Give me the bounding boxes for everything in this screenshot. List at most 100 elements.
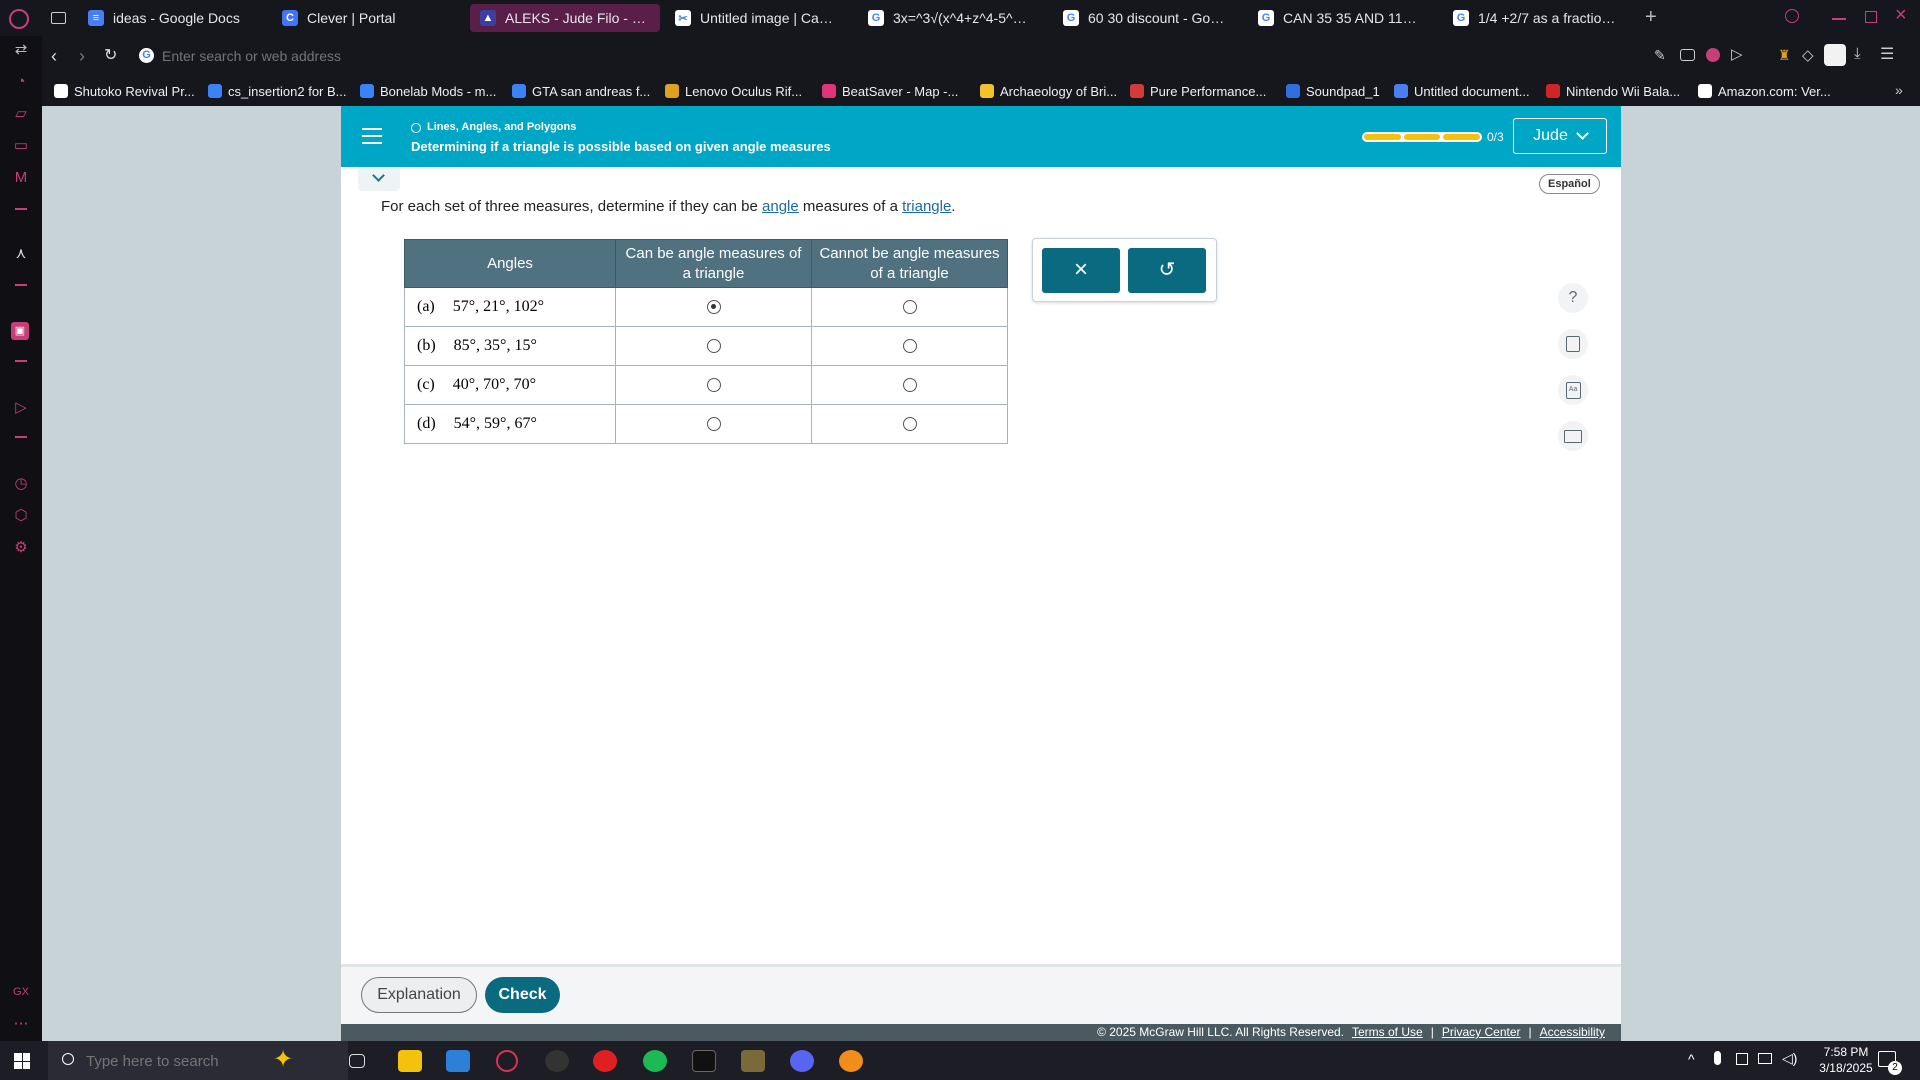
cube-sidebar-icon[interactable]: ⬡ xyxy=(11,506,31,526)
settings-icon[interactable]: ⚙ xyxy=(11,538,31,558)
twitch-icon[interactable]: ▣ xyxy=(11,322,29,340)
accessibility-link[interactable]: Accessibility xyxy=(1540,1025,1605,1039)
bookmark-item[interactable]: Nintendo Wii Bala... xyxy=(1546,80,1680,102)
volume-icon[interactable]: ◁) xyxy=(1782,1050,1797,1067)
back-icon[interactable]: ‹ xyxy=(51,46,57,67)
network-icon[interactable] xyxy=(1758,1053,1772,1064)
clear-button[interactable]: × xyxy=(1042,248,1120,293)
bag-icon[interactable]: ▱ xyxy=(11,104,31,124)
app-icon[interactable] xyxy=(545,1050,569,1072)
bookmark-item[interactable]: Bonelab Mods - m... xyxy=(360,80,496,102)
browser-tab[interactable]: G 3x=^3√(x^4+z^4-5^3) + 5 xyxy=(858,4,1043,32)
browser-tab[interactable]: ≡ ideas - Google Docs xyxy=(78,4,258,32)
more-bookmarks-icon[interactable]: » xyxy=(1895,82,1903,98)
bookmark-favicon-icon xyxy=(1698,84,1712,98)
browser-tab[interactable]: G 1/4 +2/7 as a fraction - Go xyxy=(1443,4,1633,32)
windows-start-icon[interactable] xyxy=(14,1053,30,1069)
triangle-link[interactable]: triangle xyxy=(902,198,951,215)
bookmark-item[interactable]: Pure Performance... xyxy=(1130,80,1266,102)
more-icon[interactable]: ⋯ xyxy=(11,1014,31,1034)
radio-can[interactable] xyxy=(706,299,721,314)
radio-can[interactable] xyxy=(706,416,721,431)
send-icon[interactable]: ▷ xyxy=(1731,45,1743,63)
clock[interactable]: 7:58 PM 3/18/2025 xyxy=(1806,1044,1886,1076)
browser-tab[interactable]: G 60 30 discount - Google S xyxy=(1053,4,1238,32)
minimize-button[interactable] xyxy=(1832,18,1846,20)
shield-icon[interactable] xyxy=(1706,48,1720,62)
meet-icon[interactable] xyxy=(1736,1053,1748,1065)
search-tabs-icon[interactable] xyxy=(1785,9,1799,23)
radio-cannot[interactable] xyxy=(902,416,917,431)
help-icon[interactable]: ? xyxy=(1558,283,1588,313)
opera-gx-icon[interactable] xyxy=(496,1050,518,1072)
profile-avatar[interactable] xyxy=(1824,44,1846,66)
bookmark-item[interactable]: Lenovo Oculus Rif... xyxy=(665,80,802,102)
download-icon[interactable]: ⤓ xyxy=(1854,45,1861,62)
bookmark-item[interactable]: Amazon.com: Ver... xyxy=(1698,80,1831,102)
bookmark-item[interactable]: Shutoko Revival Pr... xyxy=(54,80,195,102)
check-button[interactable]: Check xyxy=(485,977,560,1013)
browser-tab[interactable]: ▲ ALEKS - Jude Filo - Learn xyxy=(470,4,660,32)
explanation-button[interactable]: Explanation xyxy=(361,977,477,1013)
calculator-icon[interactable] xyxy=(1558,329,1588,359)
bookmark-item[interactable]: Untitled document... xyxy=(1394,80,1530,102)
gx-icon[interactable]: GX xyxy=(11,982,31,1002)
bookmark-item[interactable]: cs_insertion2 for B... xyxy=(208,80,347,102)
browser-tab[interactable]: ✂ Untitled image | CapCut xyxy=(665,4,845,32)
microphone-icon[interactable] xyxy=(1714,1051,1721,1065)
taskbar-search-box[interactable]: ✦ xyxy=(48,1041,348,1080)
menu-icon[interactable]: ☰ xyxy=(1880,44,1894,64)
speed-dial-icon[interactable]: ◔ xyxy=(11,72,31,92)
taskbar-search-input[interactable] xyxy=(86,1049,266,1073)
task-view-icon[interactable] xyxy=(349,1054,365,1068)
bookmark-item[interactable]: Archaeology of Bri... xyxy=(980,80,1117,102)
spotify-icon[interactable] xyxy=(643,1050,667,1072)
edit-icon[interactable]: ✎ xyxy=(1654,47,1666,64)
bookmark-item[interactable]: GTA san andreas f... xyxy=(512,80,650,102)
opera-logo-icon[interactable] xyxy=(9,9,29,29)
card-icon[interactable]: ▭ xyxy=(11,136,31,156)
sync-icon[interactable]: ⇄ xyxy=(11,40,31,60)
espanol-button[interactable]: Español xyxy=(1539,174,1600,194)
mail-icon[interactable] xyxy=(1558,421,1588,451)
mail-icon[interactable]: M xyxy=(11,168,31,188)
address-input[interactable] xyxy=(162,44,862,68)
bookmark-item[interactable]: BeatSaver - Map -... xyxy=(822,80,958,102)
aria-icon[interactable]: ⋏ xyxy=(11,244,31,264)
cube-icon[interactable]: ◇ xyxy=(1802,46,1814,64)
discord-icon[interactable] xyxy=(790,1050,814,1072)
maximize-button[interactable] xyxy=(1865,11,1877,23)
collapse-toggle[interactable] xyxy=(358,167,400,191)
youtube-icon[interactable] xyxy=(593,1050,617,1072)
dictionary-icon[interactable]: Aa xyxy=(1558,375,1588,405)
game-icon[interactable] xyxy=(741,1050,765,1072)
forward-icon[interactable]: › xyxy=(79,46,85,67)
microsoft-store-icon[interactable] xyxy=(446,1050,470,1072)
new-tab-button[interactable]: + xyxy=(1645,6,1657,29)
browser-tab[interactable]: G CAN 35 35 AND 110 BE MI xyxy=(1248,4,1433,32)
angle-link[interactable]: angle xyxy=(762,198,799,215)
tray-chevron-icon[interactable]: ^ xyxy=(1688,1051,1695,1067)
tab-manager-icon[interactable] xyxy=(51,12,66,24)
hamburger-menu-icon[interactable] xyxy=(356,120,388,152)
player-icon[interactable]: ▷ xyxy=(11,398,31,418)
call-of-duty-icon[interactable] xyxy=(692,1050,716,1072)
radio-can[interactable] xyxy=(706,338,721,353)
bookmark-item[interactable]: Soundpad_1 xyxy=(1286,80,1380,102)
radio-cannot[interactable] xyxy=(902,377,917,392)
user-menu-button[interactable]: Jude xyxy=(1513,118,1607,154)
camera-icon[interactable] xyxy=(1680,49,1695,61)
fl-studio-icon[interactable] xyxy=(839,1050,863,1072)
radio-cannot[interactable] xyxy=(902,299,917,314)
reload-icon[interactable]: ↻ xyxy=(104,45,117,65)
radio-can[interactable] xyxy=(706,377,721,392)
terms-link[interactable]: Terms of Use xyxy=(1352,1025,1423,1039)
browser-tab[interactable]: C Clever | Portal xyxy=(272,4,452,32)
history-icon[interactable]: ◷ xyxy=(11,474,31,494)
undo-button[interactable]: ↺ xyxy=(1128,248,1206,293)
extensions-icon[interactable]: ♜ xyxy=(1778,47,1791,64)
privacy-link[interactable]: Privacy Center xyxy=(1442,1025,1521,1039)
close-window-button[interactable]: × xyxy=(1895,4,1907,27)
file-explorer-icon[interactable] xyxy=(398,1050,422,1072)
radio-cannot[interactable] xyxy=(902,338,917,353)
